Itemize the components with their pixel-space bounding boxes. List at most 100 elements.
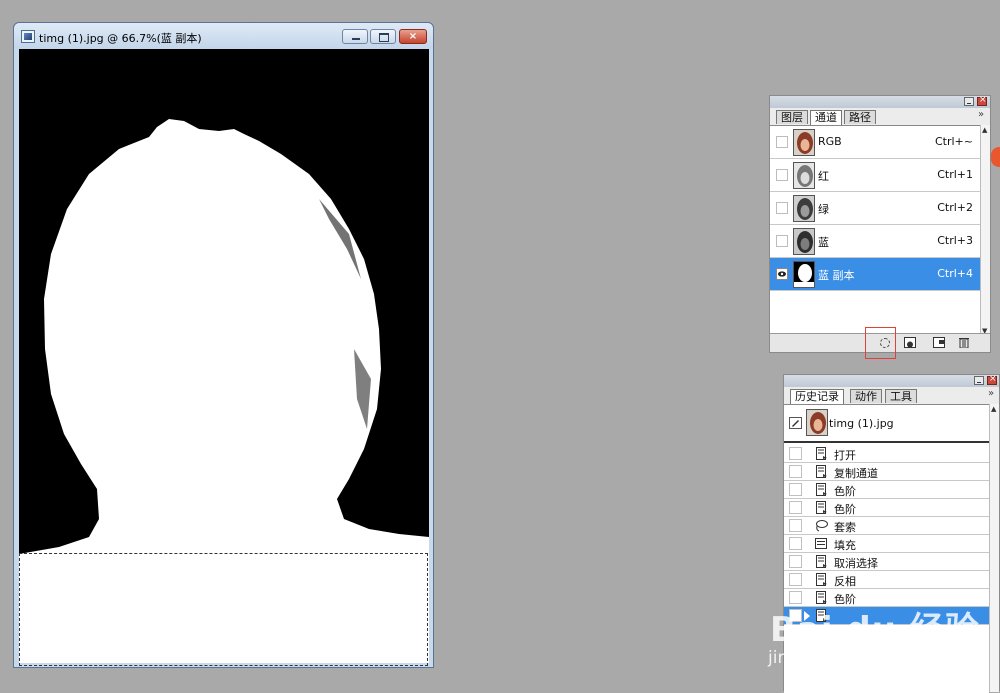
history-source-checkbox[interactable] (789, 537, 802, 550)
maximize-button[interactable] (370, 29, 396, 44)
channel-thumbnail (793, 228, 815, 255)
history-source-checkbox[interactable] (789, 447, 802, 460)
panel-title-bar[interactable] (784, 374, 999, 387)
history-source-checkbox[interactable] (789, 591, 802, 604)
tab-actions[interactable]: 动作 (850, 389, 882, 403)
snapshot-label: timg (1).jpg (829, 417, 894, 430)
history-step[interactable]: 反相 (784, 571, 989, 589)
history-step-label: 色阶 (834, 485, 856, 498)
minimize-button[interactable] (342, 29, 368, 44)
history-snapshot[interactable]: timg (1).jpg (784, 405, 989, 443)
save-selection-as-channel-icon[interactable] (904, 337, 916, 348)
history-step-icon (814, 609, 828, 622)
tab-paths[interactable]: 路径 (844, 110, 876, 124)
lasso-icon (814, 519, 828, 532)
channels-scrollbar[interactable]: ▲ ▼ (980, 125, 990, 336)
channel-shortcut: Ctrl+4 (937, 267, 973, 280)
history-step-label: 反相 (834, 575, 856, 588)
history-step[interactable]: 打开 (784, 445, 989, 463)
channel-thumbnail (793, 162, 815, 189)
history-step[interactable] (784, 607, 989, 625)
visibility-toggle[interactable] (776, 202, 788, 214)
new-channel-icon[interactable] (933, 337, 945, 348)
tab-layers[interactable]: 图层 (776, 110, 808, 124)
visibility-toggle[interactable] (776, 235, 788, 247)
history-step[interactable]: 复制通道 (784, 463, 989, 481)
maximize-icon (371, 30, 395, 43)
visibility-toggle[interactable] (776, 169, 788, 181)
history-source-checkbox[interactable] (789, 609, 802, 622)
close-button[interactable]: × (399, 29, 427, 44)
history-step-icon (814, 591, 828, 604)
channel-shortcut: Ctrl+2 (937, 201, 973, 214)
history-source-checkbox[interactable] (789, 483, 802, 496)
panel-close-button[interactable] (977, 95, 987, 106)
panel-title-bar[interactable] (770, 95, 990, 108)
history-list: timg (1).jpg 打开 复制通道 色阶 色阶 套索 填充 取消选择 反相 色阶 (784, 404, 989, 693)
scroll-up-icon[interactable]: ▲ (991, 405, 996, 413)
document-window[interactable]: timg (1).jpg @ 66.7%(蓝 副本) × (13, 22, 434, 668)
scroll-up-icon[interactable]: ▲ (982, 126, 987, 134)
photoshop-document-icon (21, 30, 35, 43)
image-canvas[interactable] (19, 49, 429, 663)
panel-close-button[interactable] (987, 374, 997, 385)
history-step-label: 取消选择 (834, 557, 878, 570)
channel-row-rgb[interactable]: RGB Ctrl+~ (770, 126, 982, 159)
history-step-icon (814, 573, 828, 586)
history-source-checkbox[interactable] (789, 573, 802, 586)
history-step[interactable]: 色阶 (784, 589, 989, 607)
panel-minimize-button[interactable] (974, 376, 984, 385)
trash-icon[interactable] (958, 337, 970, 349)
highlight-annotation (865, 327, 896, 359)
fill-icon (814, 537, 828, 550)
history-scrollbar[interactable]: ▲ (989, 404, 999, 692)
minimize-icon (343, 30, 367, 43)
visibility-toggle[interactable] (776, 268, 788, 280)
history-state-marker-icon[interactable] (804, 611, 810, 621)
history-step[interactable]: 取消选择 (784, 553, 989, 571)
history-step[interactable]: 套索 (784, 517, 989, 535)
panel-minimize-button[interactable] (964, 97, 974, 106)
side-marker (991, 147, 1000, 167)
channels-panel[interactable]: 图层 通道 路径 » RGB Ctrl+~ 红 Ctrl+1 绿 (769, 95, 991, 359)
channel-list: RGB Ctrl+~ 红 Ctrl+1 绿 Ctrl+2 蓝 Ctrl+3 蓝 … (770, 125, 982, 337)
channel-thumbnail (793, 129, 815, 156)
history-source-checkbox[interactable] (789, 465, 802, 478)
history-step-label: 填充 (834, 539, 856, 552)
history-step-icon (814, 501, 828, 514)
channel-row-blue-copy[interactable]: 蓝 副本 Ctrl+4 (770, 258, 982, 291)
history-step-label: 色阶 (834, 503, 856, 516)
history-panel[interactable]: 历史记录 动作 工具 » timg (1).jpg 打开复制通道色阶色阶套索填充… (783, 374, 1000, 693)
panel-menu-arrow[interactable]: » (978, 109, 984, 120)
channel-thumbnail (793, 261, 815, 288)
channel-name: 蓝 副本 (818, 269, 855, 282)
visibility-toggle[interactable] (776, 136, 788, 148)
history-step-label: 复制通道 (834, 467, 878, 480)
document-title-bar[interactable]: timg (1).jpg @ 66.7%(蓝 副本) × (14, 23, 433, 49)
history-step-icon (814, 555, 828, 568)
channel-mask-image (19, 49, 429, 663)
history-step[interactable]: 色阶 (784, 499, 989, 517)
history-source-checkbox[interactable] (789, 501, 802, 514)
channel-name: 红 (818, 170, 829, 183)
history-step[interactable]: 色阶 (784, 481, 989, 499)
channel-row-red[interactable]: 红 Ctrl+1 (770, 159, 982, 192)
channel-row-green[interactable]: 绿 Ctrl+2 (770, 192, 982, 225)
history-step-icon (814, 465, 828, 478)
history-step-icon (814, 447, 828, 460)
document-title: timg (1).jpg @ 66.7%(蓝 副本) (39, 32, 202, 45)
channel-thumbnail (793, 195, 815, 222)
channel-row-blue[interactable]: 蓝 Ctrl+3 (770, 225, 982, 258)
channel-shortcut: Ctrl+3 (937, 234, 973, 247)
history-source-checkbox[interactable] (789, 519, 802, 532)
history-step[interactable]: 填充 (784, 535, 989, 553)
snapshot-brush-icon (789, 417, 802, 429)
close-icon: × (408, 31, 418, 42)
panel-menu-arrow[interactable]: » (988, 388, 994, 399)
snapshot-thumbnail (806, 409, 828, 436)
tab-channels[interactable]: 通道 (810, 110, 842, 125)
history-source-checkbox[interactable] (789, 555, 802, 568)
tab-history[interactable]: 历史记录 (790, 389, 844, 404)
tab-tools[interactable]: 工具 (885, 389, 917, 403)
history-step-icon (814, 483, 828, 496)
